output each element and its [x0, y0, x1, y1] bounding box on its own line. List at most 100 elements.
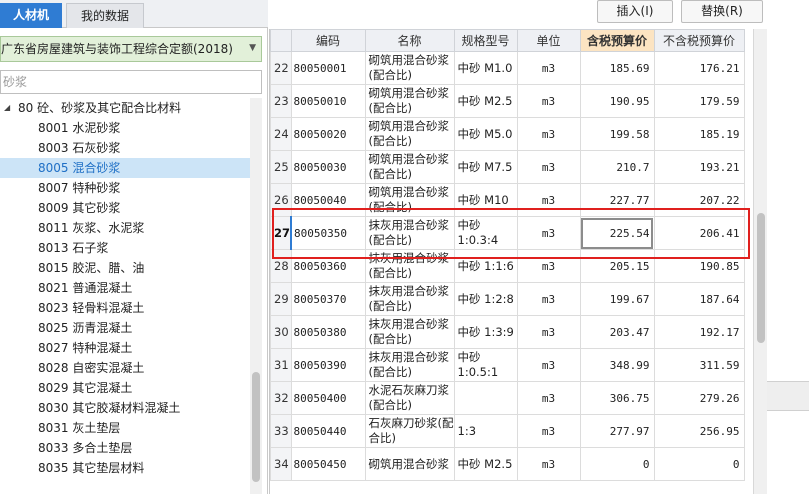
row-index-cell[interactable]: 31: [270, 348, 292, 382]
name-cell[interactable]: 抹灰用混合砂浆(配合比): [364, 282, 455, 316]
tree-item[interactable]: 8027 特种混凝土: [0, 338, 262, 358]
notax-price-cell[interactable]: 187.64: [653, 282, 745, 316]
tree-item[interactable]: 8035 其它垫层材料: [0, 458, 262, 478]
unit-cell[interactable]: m3: [516, 51, 581, 85]
spec-cell[interactable]: 中砂 1:3:9: [453, 315, 518, 349]
unit-cell[interactable]: m3: [516, 414, 581, 448]
tree-item[interactable]: 8003 石灰砂浆: [0, 138, 262, 158]
unit-cell[interactable]: m3: [516, 183, 581, 217]
tree-item[interactable]: 8025 沥青混凝土: [0, 318, 262, 338]
tree-item[interactable]: 8005 混合砂浆: [0, 158, 262, 178]
code-cell[interactable]: 80050030: [290, 150, 366, 184]
row-index-cell[interactable]: 30: [270, 315, 292, 349]
tree-item[interactable]: 8030 其它胶凝材料混凝土: [0, 398, 262, 418]
name-cell[interactable]: 石灰麻刀砂浆(配合比): [364, 414, 455, 448]
replace-button[interactable]: 替换(R): [681, 0, 763, 23]
tree-item[interactable]: 8009 其它砂浆: [0, 198, 262, 218]
unit-cell[interactable]: m3: [516, 315, 581, 349]
tree-item[interactable]: 8011 灰浆、水泥浆: [0, 218, 262, 238]
table-row[interactable]: 29 80050370 抹灰用混合砂浆(配合比) 中砂 1:2:8 m3 199.67 18…: [270, 282, 745, 316]
code-cell[interactable]: 80050370: [290, 282, 366, 316]
tax-price-cell[interactable]: 205.15: [579, 249, 655, 283]
notax-price-cell[interactable]: 0: [653, 447, 745, 481]
code-cell[interactable]: 80050440: [290, 414, 366, 448]
insert-button[interactable]: 插入(I): [597, 0, 673, 23]
unit-cell[interactable]: m3: [516, 381, 581, 415]
notax-price-cell[interactable]: 311.59: [653, 348, 745, 382]
table-row[interactable]: 32 80050400 水泥石灰麻刀浆(配合比) m3 306.75 279.26: [270, 381, 745, 415]
row-index-cell[interactable]: 24: [270, 117, 292, 151]
name-cell[interactable]: 抹灰用混合砂浆(配合比): [364, 315, 455, 349]
grid-scrollbar-thumb[interactable]: [757, 213, 765, 343]
spec-cell[interactable]: 中砂 1:1:6: [453, 249, 518, 283]
notax-price-cell[interactable]: 279.26: [653, 381, 745, 415]
code-cell[interactable]: 80050020: [290, 117, 366, 151]
tree-item[interactable]: 8001 水泥砂浆: [0, 118, 262, 138]
row-index-cell[interactable]: 23: [270, 84, 292, 118]
table-row[interactable]: 26 80050040 砌筑用混合砂浆(配合比) 中砂 M10 m3 227.77 207.…: [270, 183, 745, 217]
table-row[interactable]: 31 80050390 抹灰用混合砂浆(配合比) 中砂 1:0.5:1 m3 348.99…: [270, 348, 745, 382]
quota-library-select[interactable]: 广东省房屋建筑与装饰工程综合定额(2018) ▼: [0, 36, 262, 62]
tax-price-cell[interactable]: 210.7: [579, 150, 655, 184]
unit-cell[interactable]: m3: [516, 348, 581, 382]
tree-scrollbar[interactable]: [250, 98, 262, 494]
name-cell[interactable]: 砌筑用混合砂浆(配合比): [364, 183, 455, 217]
unit-cell[interactable]: m3: [516, 249, 581, 283]
row-index-cell[interactable]: 27: [270, 216, 292, 250]
column-header-tax-price[interactable]: 含税预算价: [579, 29, 655, 52]
table-row[interactable]: 23 80050010 砌筑用混合砂浆(配合比) 中砂 M2.5 m3 190.95 179…: [270, 84, 745, 118]
spec-cell[interactable]: 中砂 M1.0: [453, 51, 518, 85]
code-cell[interactable]: 80050010: [290, 84, 366, 118]
expand-caret-icon[interactable]: ◢: [4, 98, 10, 118]
spec-cell[interactable]: 中砂 M2.5: [453, 84, 518, 118]
unit-cell[interactable]: m3: [516, 216, 581, 250]
row-index-cell[interactable]: 34: [270, 447, 292, 481]
table-row[interactable]: 25 80050030 砌筑用混合砂浆(配合比) 中砂 M7.5 m3 210.7 193.…: [270, 150, 745, 184]
name-cell[interactable]: 抹灰用混合砂浆(配合比): [364, 348, 455, 382]
search-input[interactable]: [1, 71, 261, 93]
code-cell[interactable]: 80050040: [290, 183, 366, 217]
spec-cell[interactable]: 中砂 M5.0: [453, 117, 518, 151]
tax-price-cell[interactable]: 199.58: [579, 117, 655, 151]
row-index-cell[interactable]: 22: [270, 51, 292, 85]
unit-cell[interactable]: m3: [516, 150, 581, 184]
spec-cell[interactable]: 中砂 1:0.3:4: [453, 216, 518, 250]
unit-cell[interactable]: m3: [516, 84, 581, 118]
tree-item[interactable]: 8029 其它混凝土: [0, 378, 262, 398]
column-header-notax-price[interactable]: 不含税预算价: [653, 29, 745, 52]
code-cell[interactable]: 80050390: [290, 348, 366, 382]
name-cell[interactable]: 水泥石灰麻刀浆(配合比): [364, 381, 455, 415]
tree-item[interactable]: 8015 胶泥、腊、油: [0, 258, 262, 278]
column-header-name[interactable]: 名称: [364, 29, 455, 52]
table-row[interactable]: 24 80050020 砌筑用混合砂浆(配合比) 中砂 M5.0 m3 199.58 185…: [270, 117, 745, 151]
tax-price-cell[interactable]: 227.77: [579, 183, 655, 217]
notax-price-cell[interactable]: 176.21: [653, 51, 745, 85]
tax-price-cell[interactable]: 348.99: [579, 348, 655, 382]
tab-my-data[interactable]: 我的数据: [66, 3, 144, 28]
notax-price-cell[interactable]: 256.95: [653, 414, 745, 448]
notax-price-cell[interactable]: 206.41: [653, 216, 745, 250]
tax-price-cell[interactable]: 185.69: [579, 51, 655, 85]
tree-item[interactable]: 8013 石子浆: [0, 238, 262, 258]
tab-labor-material-machine[interactable]: 人材机: [0, 3, 62, 28]
column-header-code[interactable]: 编码: [290, 29, 366, 52]
name-cell[interactable]: 砌筑用混合砂浆: [364, 447, 455, 481]
column-header-unit[interactable]: 单位: [516, 29, 581, 52]
notax-price-cell[interactable]: 193.21: [653, 150, 745, 184]
tax-price-cell[interactable]: 203.47: [579, 315, 655, 349]
unit-cell[interactable]: m3: [516, 117, 581, 151]
tree-item[interactable]: 8031 灰土垫层: [0, 418, 262, 438]
spec-cell[interactable]: [453, 381, 518, 415]
notax-price-cell[interactable]: 185.19: [653, 117, 745, 151]
column-header-spec[interactable]: 规格型号: [453, 29, 518, 52]
table-row[interactable]: 30 80050380 抹灰用混合砂浆(配合比) 中砂 1:3:9 m3 203.47 19…: [270, 315, 745, 349]
tax-price-cell[interactable]: 190.95: [579, 84, 655, 118]
unit-cell[interactable]: m3: [516, 282, 581, 316]
name-cell[interactable]: 砌筑用混合砂浆(配合比): [364, 84, 455, 118]
grid-scrollbar[interactable]: [753, 29, 767, 494]
spec-cell[interactable]: 中砂 1:2:8: [453, 282, 518, 316]
notax-price-cell[interactable]: 179.59: [653, 84, 745, 118]
tree-item[interactable]: 8007 特种砂浆: [0, 178, 262, 198]
spec-cell[interactable]: 1:3: [453, 414, 518, 448]
notax-price-cell[interactable]: 190.85: [653, 249, 745, 283]
